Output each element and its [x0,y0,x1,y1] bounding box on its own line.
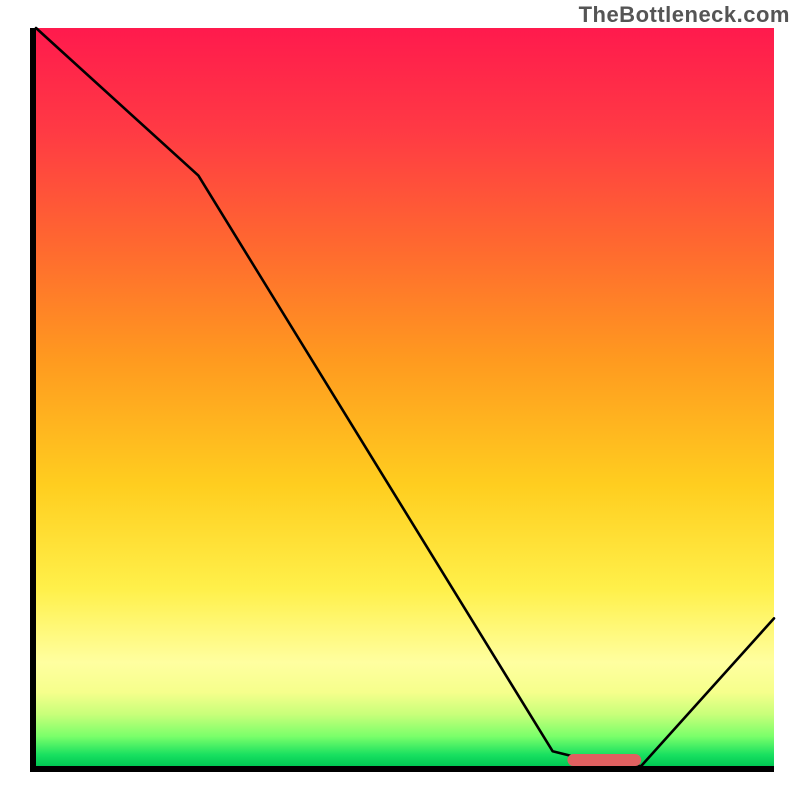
chart-stage: TheBottleneck.com [0,0,800,800]
x-axis [30,766,774,772]
plot-area [36,28,774,766]
optimal-marker [567,754,641,766]
chart-overlay [36,28,774,766]
bottleneck-curve [36,28,774,766]
watermark-text: TheBottleneck.com [579,2,790,28]
